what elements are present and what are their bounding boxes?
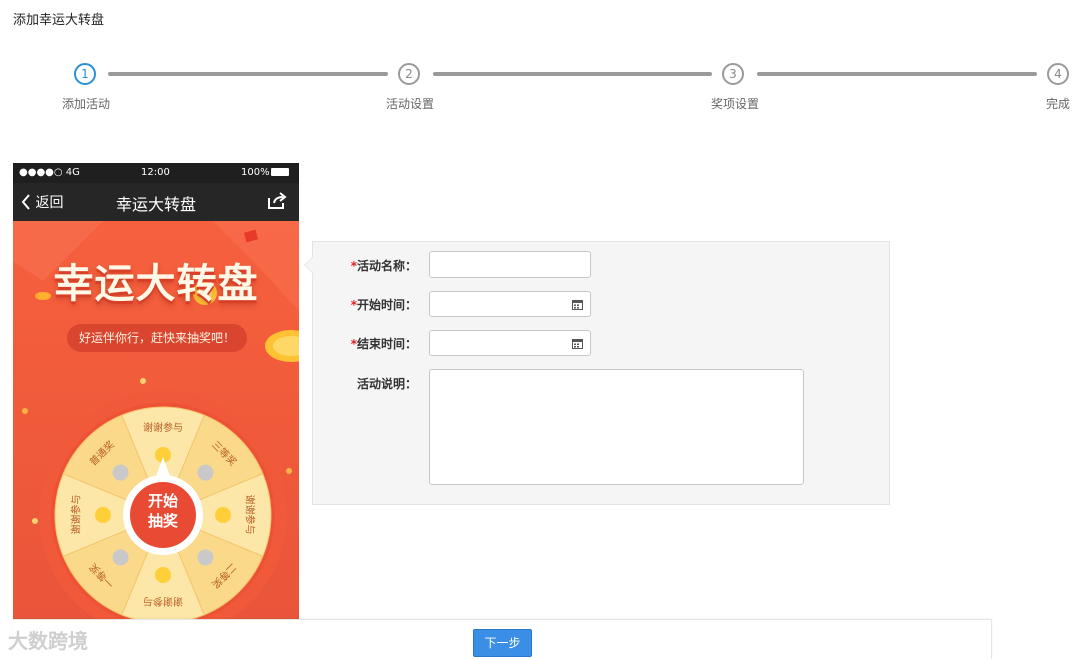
prize-icon <box>155 567 171 583</box>
prize-icon <box>197 549 214 566</box>
wheel-start-line2: 抽奖 <box>147 512 178 530</box>
start-time-label: *开始时间： <box>313 296 417 313</box>
step-1-circle[interactable]: 1 <box>74 63 96 85</box>
prize-icon <box>112 464 129 481</box>
phone-status-bar: ●●●●○ 4G 12:00 100% <box>13 163 299 183</box>
step-connector <box>433 72 712 76</box>
activity-name-label-text: 活动名称： <box>356 259 417 273</box>
prize-icon <box>112 549 129 566</box>
end-time-input[interactable] <box>429 330 591 356</box>
end-time-label-text: 结束时间： <box>356 337 417 351</box>
step-connector <box>108 72 388 76</box>
signal-indicator: ●●●●○ 4G <box>19 167 80 178</box>
step-connector <box>757 72 1037 76</box>
battery-icon <box>271 168 289 176</box>
share-button[interactable] <box>267 192 287 214</box>
calendar-icon[interactable] <box>572 299 583 310</box>
calendar-icon[interactable] <box>572 338 583 349</box>
prize-wheel[interactable]: 开始 抽奖 谢谢参与 三等奖 谢谢参与 二等奖 谢谢参与 一等奖 谢谢参与 普通奖 <box>37 389 289 619</box>
step-1-label: 添加活动 <box>62 97 111 111</box>
activity-form: *活动名称： *开始时间： *结束时间： 活动说明： <box>304 241 890 505</box>
promo-banner: 幸运大转盘 好运伴你行，赶快来抽奖吧！ 开始 抽奖 谢谢参与 三等奖 谢谢参与 二等奖… <box>13 221 299 619</box>
step-3-circle[interactable]: 3 <box>722 63 744 85</box>
activity-name-input[interactable] <box>429 251 591 278</box>
step-2-circle[interactable]: 2 <box>398 63 420 85</box>
promo-title: 幸运大转盘 <box>53 261 259 307</box>
wheel-segment-label: 谢谢参与 <box>143 423 183 434</box>
prize-icon <box>197 464 214 481</box>
wheel-segment-label: 谢谢参与 <box>71 494 83 535</box>
start-time-label-text: 开始时间： <box>356 298 417 312</box>
step-2-label: 活动设置 <box>386 97 435 111</box>
share-icon <box>268 192 287 209</box>
battery-level: 100% <box>241 167 270 178</box>
wheel-start-button[interactable]: 开始 抽奖 <box>133 491 193 531</box>
description-label: 活动说明： <box>356 377 417 391</box>
status-time: 12:00 <box>141 167 170 178</box>
step-4-circle[interactable]: 4 <box>1047 63 1069 85</box>
phone-preview: ●●●●○ 4G 12:00 100% 返回 幸运大转盘 幸运大转盘 好运伴你行… <box>13 163 299 619</box>
page-title: 添加幸运大转盘 <box>13 13 105 28</box>
end-time-label: *结束时间： <box>313 335 417 352</box>
step-4-label: 完成 <box>1046 97 1071 111</box>
wheel-segment-label: 谢谢参与 <box>243 494 255 535</box>
phone-nav-bar: 返回 幸运大转盘 <box>13 183 299 221</box>
step-3-label: 奖项设置 <box>711 97 760 111</box>
next-step-button[interactable]: 下一步 <box>473 629 532 657</box>
prize-icon <box>215 507 231 523</box>
watermark: 大数跨境 <box>8 629 88 653</box>
activity-name-label: *活动名称： <box>313 257 417 274</box>
start-time-input[interactable] <box>429 291 591 317</box>
promo-subtitle: 好运伴你行，赶快来抽奖吧！ <box>67 324 247 352</box>
description-textarea[interactable] <box>429 369 804 485</box>
phone-nav-title: 幸运大转盘 <box>115 195 196 214</box>
wheel-segment-label: 谢谢参与 <box>143 595 183 606</box>
wheel-start-line1: 开始 <box>147 492 178 510</box>
prize-icon <box>95 507 111 523</box>
